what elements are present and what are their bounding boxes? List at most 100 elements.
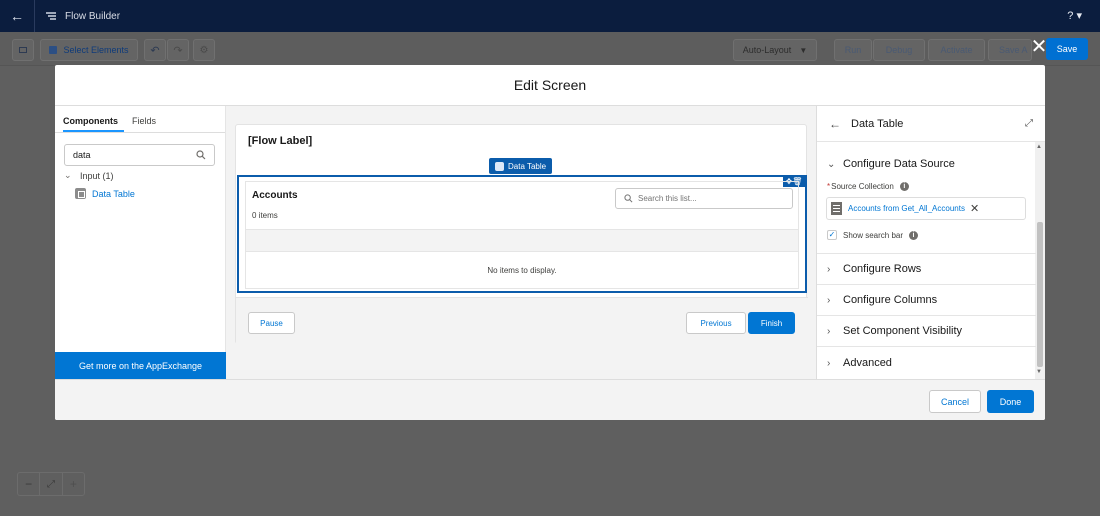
activate-label: Activate [940, 45, 973, 55]
pause-button[interactable]: Pause [248, 312, 295, 334]
section-configure-columns[interactable]: › Configure Columns [817, 285, 1036, 316]
save-as-button[interactable]: Save A [988, 39, 1032, 61]
back-arrow-icon[interactable]: ← [829, 117, 841, 131]
data-table-icon [75, 188, 86, 199]
builder-toolbar: Select Elements ↶ ↷ ⚙ Auto-Layout ▼ Run … [0, 32, 1100, 66]
remove-icon[interactable]: ✕ [970, 202, 979, 215]
section-advanced[interactable]: › Advanced [817, 347, 1036, 379]
select-elements-label: Select Elements [63, 45, 129, 55]
appexchange-link[interactable]: Get more on the AppExchange [55, 352, 226, 379]
cancel-button[interactable]: Cancel [929, 390, 981, 413]
show-search-bar-checkbox[interactable]: ✓ [827, 230, 837, 240]
section-label: Configure Rows [843, 263, 922, 275]
data-table-component-label: Data Table [92, 188, 135, 199]
tab-components[interactable]: Components [63, 106, 124, 132]
data-table-search-placeholder: Search this list... [638, 194, 697, 203]
header-divider [34, 0, 35, 32]
back-arrow-icon[interactable]: ← [0, 0, 34, 32]
done-button[interactable]: Done [987, 390, 1034, 413]
chevron-right-icon: › [827, 294, 831, 306]
fit-to-view-button[interactable]: ⤢ [40, 473, 63, 495]
scrollbar-thumb[interactable] [1037, 222, 1043, 367]
section-label: Advanced [843, 357, 892, 369]
component-search-input[interactable]: data [64, 144, 215, 166]
show-search-bar-label: Show search bar [843, 230, 904, 240]
scroll-down-icon[interactable]: ▼ [1036, 369, 1042, 375]
collection-icon [831, 202, 842, 215]
flow-label: [Flow Label] [248, 135, 313, 147]
done-label: Done [999, 396, 1022, 407]
run-label: Run [844, 45, 862, 55]
section-label: Configure Data Source [843, 158, 955, 170]
undo-icon: ↶ [150, 44, 160, 57]
section-configure-rows[interactable]: › Configure Rows [817, 253, 1036, 285]
source-collection-label: * Source Collection i [827, 182, 909, 191]
undo-button[interactable]: ↶ [144, 39, 166, 61]
pause-label: Pause [260, 318, 283, 328]
chevron-down-icon: ▼ [799, 45, 808, 55]
data-table-selection[interactable]: ✥🗑 Accounts 0 items Search this list... [237, 175, 807, 293]
required-marker: * [827, 182, 831, 191]
chevron-down-icon: ⌄ [64, 170, 72, 180]
close-modal-icon[interactable]: ✕ [1030, 37, 1048, 57]
search-icon [624, 194, 633, 203]
redo-icon: ↷ [173, 44, 183, 57]
previous-label: Previous [700, 318, 732, 328]
previous-button[interactable]: Previous [686, 312, 746, 334]
debug-button[interactable]: Debug [873, 39, 925, 61]
redo-button[interactable]: ↷ [167, 39, 189, 61]
collapse-arrows-icon: ⤢ [46, 478, 55, 490]
select-elements-button[interactable]: Select Elements [40, 39, 138, 61]
info-icon[interactable]: i [909, 230, 919, 240]
source-collection-field[interactable]: Accounts from Get_All_Accounts ✕ [826, 197, 1026, 220]
toggle-panel-button[interactable] [12, 39, 34, 61]
appexchange-label: Get more on the AppExchange [78, 360, 203, 371]
select-elements-icon [49, 46, 58, 54]
search-icon [196, 150, 206, 160]
input-group-toggle[interactable]: ⌄ Input (1) [64, 170, 114, 181]
finish-label: Finish [760, 318, 783, 328]
run-button[interactable]: Run [834, 39, 872, 61]
edit-screen-modal: Edit Screen Components Fields data ⌄ Inp… [55, 65, 1045, 420]
zoom-out-button[interactable]: − [18, 473, 41, 495]
section-component-visibility[interactable]: › Set Component Visibility [817, 316, 1036, 347]
activate-button[interactable]: Activate [928, 39, 985, 61]
input-group-label: Input (1) [80, 170, 114, 181]
data-table-header: Accounts 0 items Search this list... [246, 182, 798, 230]
data-table-component[interactable]: Data Table [75, 188, 135, 199]
save-button[interactable]: Save [1046, 38, 1088, 60]
data-table-search-input[interactable]: Search this list... [615, 188, 793, 209]
search-value: data [73, 150, 91, 160]
data-table-title: Accounts [252, 190, 298, 201]
screen-canvas: [Flow Label] Data Table ✥🗑 Accounts 0 it… [226, 106, 816, 379]
data-table-tag: Data Table [489, 158, 553, 174]
zoom-in-button[interactable]: + [63, 473, 84, 495]
scroll-up-icon[interactable]: ▲ [1036, 144, 1042, 150]
gear-icon: ⚙ [199, 44, 209, 56]
zoom-controls: − ⤢ + [17, 472, 85, 496]
finish-button[interactable]: Finish [748, 312, 795, 334]
top-header-bar: ← Flow Builder ? ▾ [0, 0, 1100, 32]
auto-layout-label: Auto-Layout [742, 45, 792, 55]
flow-builder-icon [46, 12, 56, 20]
chevron-right-icon: › [827, 325, 831, 337]
auto-layout-select[interactable]: Auto-Layout ▼ [733, 39, 817, 61]
data-table-preview: Accounts 0 items Search this list... No … [245, 181, 799, 289]
info-icon[interactable]: i [899, 182, 909, 191]
source-collection-value: Accounts from Get_All_Accounts [848, 204, 965, 213]
properties-title: Data Table [851, 117, 904, 130]
settings-button[interactable]: ⚙ [193, 39, 215, 61]
modal-body: Components Fields data ⌄ Input (1) Data … [55, 106, 1045, 379]
panel-icon [19, 47, 27, 53]
tab-fields[interactable]: Fields [132, 106, 164, 132]
component-icon [495, 161, 504, 171]
properties-scrollbar[interactable]: ▲ ▼ [1035, 142, 1045, 379]
section-configure-data-source[interactable]: ⌄ Configure Data Source [817, 152, 1036, 176]
cancel-label: Cancel [940, 396, 969, 407]
section-label: Configure Columns [843, 294, 938, 306]
modal-header: Edit Screen [55, 65, 1045, 106]
chevron-right-icon: › [827, 263, 831, 275]
panel-tabs: Components Fields [55, 106, 225, 133]
expand-icon[interactable]: ⤢ [1025, 118, 1033, 129]
help-menu-button[interactable]: ? ▾ [1067, 9, 1082, 22]
